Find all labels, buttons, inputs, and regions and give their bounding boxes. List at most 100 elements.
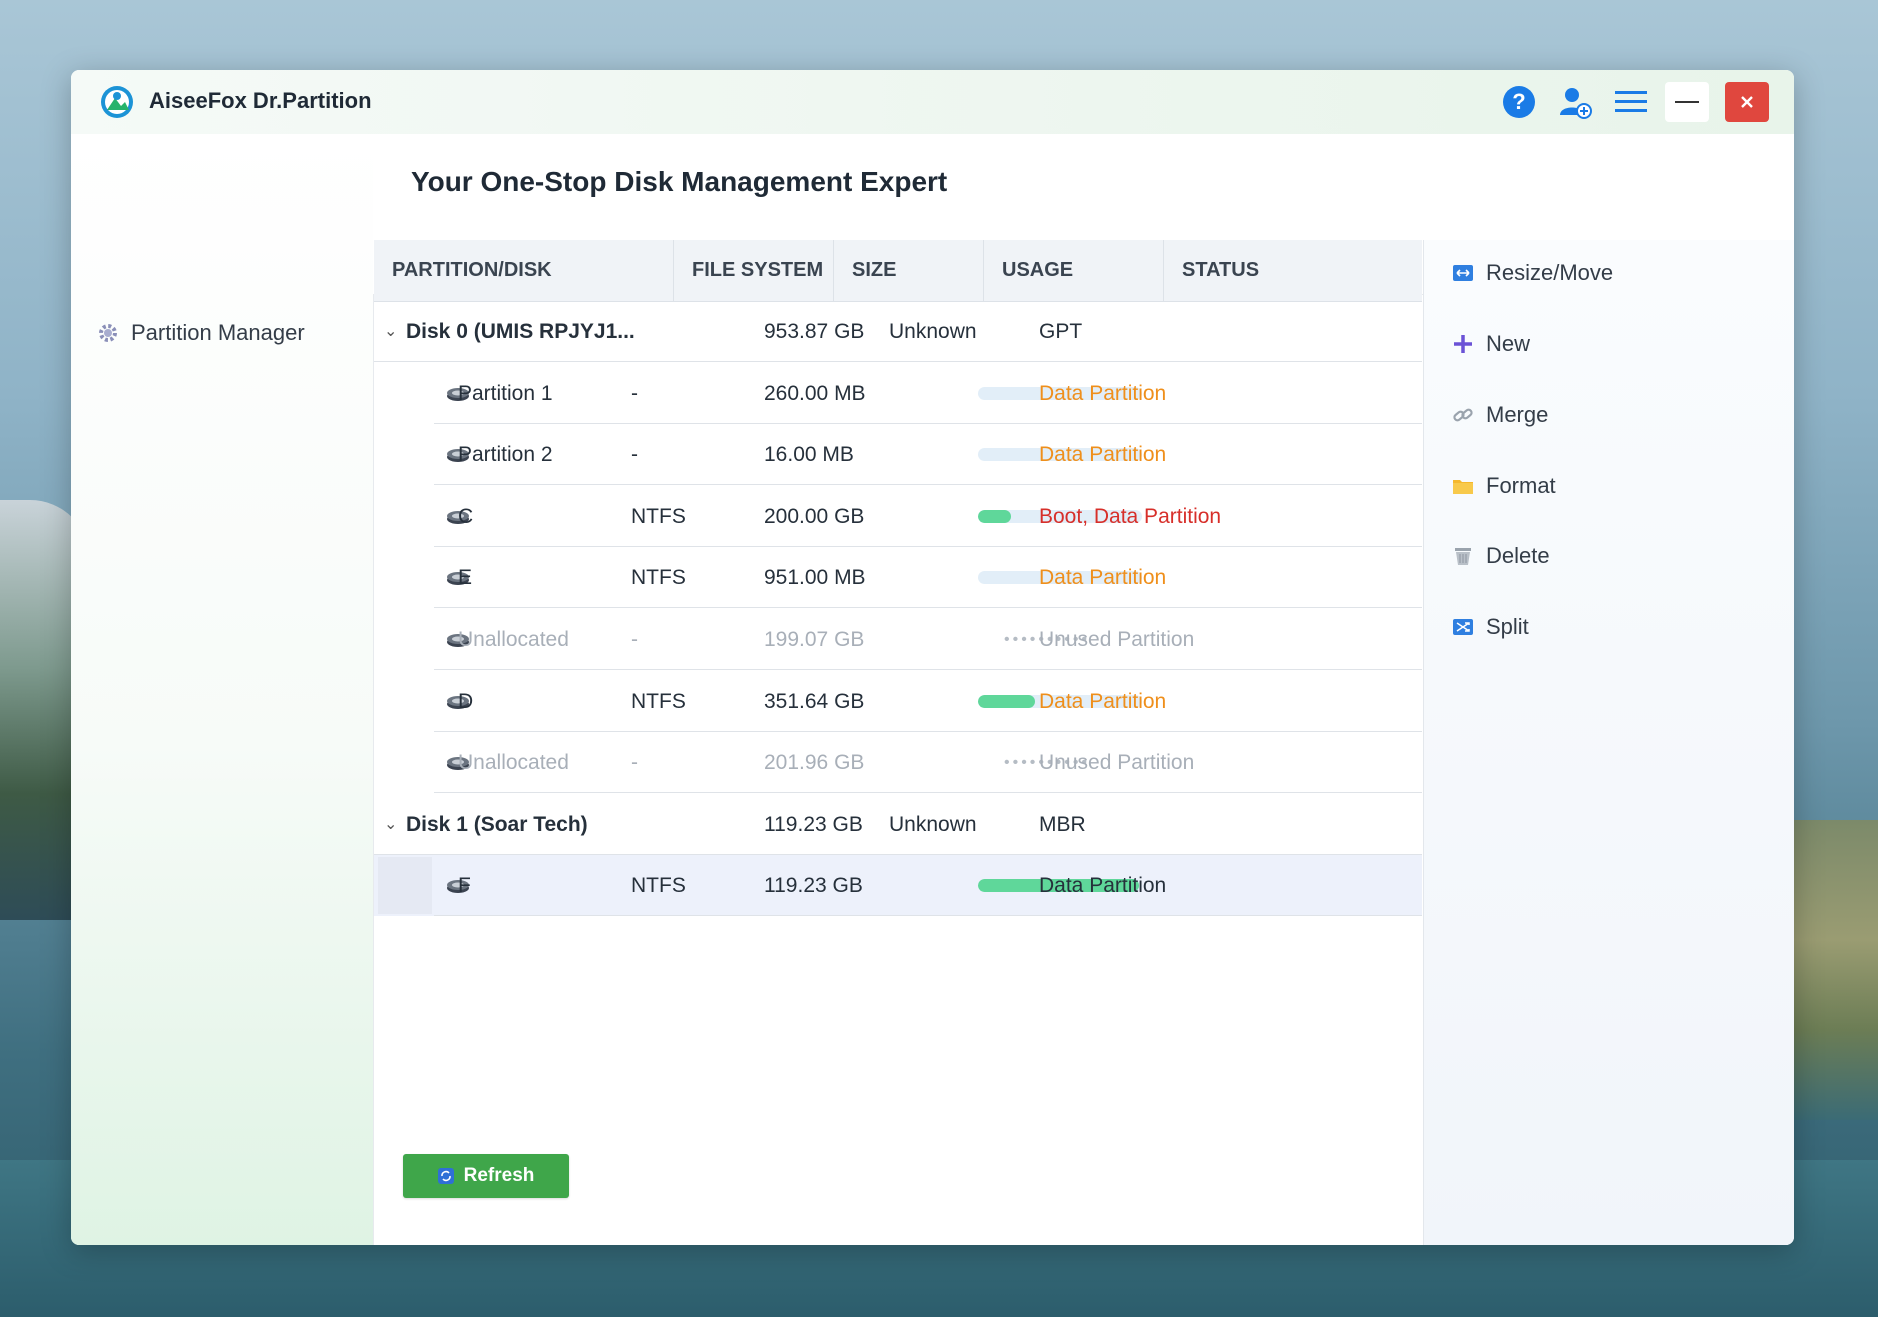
partition-status: Data Partition (1039, 874, 1167, 898)
partition-file-system: NTFS (631, 689, 686, 713)
partition-size: 16.00 MB (764, 443, 854, 467)
resize-move-icon (1452, 262, 1474, 284)
sidebar-item-label: Partition Manager (131, 320, 305, 345)
action-label: New (1486, 331, 1531, 356)
trash-icon (1452, 545, 1474, 567)
delete-button[interactable]: Delete (1452, 543, 1550, 569)
help-icon: ? (1503, 86, 1535, 118)
action-label: Resize/Move (1486, 260, 1614, 285)
background-grass (1788, 820, 1878, 1120)
partition-status: Unused Partition (1039, 628, 1195, 651)
resize-move-button[interactable]: Resize/Move (1452, 260, 1613, 286)
partition-name: Partition 2 (458, 443, 553, 467)
row-selection-gutter (378, 857, 432, 915)
partition-status: Data Partition (1039, 443, 1167, 467)
expand-caret-icon[interactable]: ⌄ (384, 301, 397, 362)
disk-name: Disk 1 (Soar Tech) (406, 812, 588, 836)
action-label: Format (1486, 473, 1556, 498)
minimize-button[interactable] (1665, 82, 1709, 122)
page-title: Your One-Stop Disk Management Expert (411, 166, 948, 197)
partition-size: 200.00 GB (764, 504, 865, 528)
partition-status: Boot, Data Partition (1039, 504, 1222, 528)
partition-name: F (458, 874, 471, 898)
expand-caret-icon[interactable]: ⌄ (384, 794, 397, 855)
menu-icon (1615, 91, 1647, 112)
partition-file-system: NTFS (631, 874, 686, 898)
close-button[interactable] (1725, 82, 1769, 122)
partition-row[interactable]: Unallocated -201.96 GB •••••••••• Unused Pa… (374, 732, 1422, 794)
action-label: Delete (1486, 543, 1550, 568)
partition-row[interactable]: Partition 2 - 16.00 MB Data Partition (374, 424, 1422, 486)
partition-file-system: - (631, 628, 638, 651)
menu-button[interactable] (1611, 82, 1651, 122)
partition-size: 951.00 MB (764, 566, 866, 590)
merge-button[interactable]: Merge (1452, 402, 1548, 428)
sidebar: Partition Manager (71, 134, 374, 1245)
app-logo-icon (101, 86, 133, 118)
split-button[interactable]: Split (1452, 614, 1529, 640)
partition-row[interactable]: C NTFS 200.00 GB Boot, Data Partition (374, 486, 1422, 547)
partition-name: D (458, 689, 474, 713)
partition-status: Data Partition (1039, 566, 1167, 590)
svg-text:?: ? (1512, 89, 1525, 114)
disk-partition-style: MBR (1039, 812, 1086, 836)
format-button[interactable]: Format (1452, 473, 1556, 499)
partition-row[interactable]: F NTFS 119.23 GB Data Partition (374, 855, 1422, 917)
app-window: AiseeFox Dr.Partition ? Partition Manage… (71, 70, 1794, 1245)
help-button[interactable]: ? (1499, 82, 1539, 122)
action-label: Split (1486, 614, 1529, 639)
partition-size: 199.07 GB (764, 628, 865, 651)
disk-usage-text: Unknown (889, 320, 977, 343)
partition-status: Unused Partition (1039, 751, 1195, 775)
partition-size: 201.96 GB (764, 751, 865, 775)
partition-row[interactable]: D NTFS 351.64 GB Data Partition (374, 671, 1422, 732)
partition-name: C (458, 504, 474, 528)
disk-row[interactable]: ⌄ Disk 0 (UMIS RPJYJ1... 953.87 GB Unknown G… (374, 301, 1422, 362)
partition-file-system: - (631, 443, 638, 467)
disk-name: Disk 0 (UMIS RPJYJ1... (406, 320, 635, 343)
column-header-usage[interactable]: USAGE (984, 240, 1164, 301)
app-title: AiseeFox Dr.Partition (149, 88, 372, 113)
gear-icon (99, 324, 117, 342)
partition-table: PARTITION/DISK FILE SYSTEM SIZE USAGE ST… (374, 240, 1422, 1245)
disk-size: 953.87 GB (764, 320, 865, 343)
column-header-file-system[interactable]: FILE SYSTEM (674, 240, 834, 301)
column-header-size[interactable]: SIZE (834, 240, 984, 301)
disk-row[interactable]: ⌄ Disk 1 (Soar Tech) 119.23 GB Unknown MBR (374, 794, 1422, 855)
row-divider (434, 915, 1422, 917)
account-icon (1560, 88, 1592, 119)
partition-file-system: - (631, 751, 638, 775)
folder-icon (1452, 475, 1474, 497)
new-button[interactable]: New (1452, 331, 1530, 357)
refresh-label: Refresh (463, 1165, 535, 1186)
disk-partition-style: GPT (1039, 320, 1083, 343)
link-icon (1452, 404, 1474, 426)
column-header-status[interactable]: STATUS (1164, 240, 1422, 301)
disk-size: 119.23 GB (764, 812, 863, 836)
table-header: PARTITION/DISK FILE SYSTEM SIZE USAGE ST… (374, 240, 1422, 302)
action-label: Merge (1486, 402, 1549, 427)
plus-icon (1452, 333, 1474, 355)
sidebar-item-partition-manager[interactable]: Partition Manager (97, 320, 305, 346)
partition-row[interactable]: E NTFS 951.00 MB Data Partition (374, 547, 1422, 609)
column-header-partition[interactable]: PARTITION/DISK (374, 240, 674, 301)
usage-bar-fill (978, 509, 1011, 523)
actions-panel: Resize/Move New Merge Format Delete Spli… (1423, 240, 1794, 1245)
partition-name: Unallocated (458, 751, 569, 775)
partition-file-system: - (631, 381, 638, 405)
partition-size: 260.00 MB (764, 381, 866, 405)
close-icon (1741, 96, 1753, 108)
partition-name: Unallocated (458, 628, 569, 651)
partition-status: Data Partition (1039, 689, 1167, 713)
partition-status: Data Partition (1039, 381, 1167, 405)
partition-file-system: NTFS (631, 566, 686, 590)
partition-row[interactable]: Unallocated -199.07 GB •••••••••• Unused Pa… (374, 609, 1422, 670)
partition-size: 351.64 GB (764, 689, 865, 713)
account-button[interactable] (1555, 82, 1595, 122)
split-icon (1452, 616, 1474, 638)
partition-row[interactable]: Partition 1 - 260.00 MB Data Partition (374, 363, 1422, 424)
refresh-button[interactable]: Refresh (403, 1154, 569, 1198)
disk-usage-text: Unknown (889, 812, 977, 836)
partition-size: 119.23 GB (764, 874, 863, 898)
partition-name: Partition 1 (458, 381, 553, 405)
